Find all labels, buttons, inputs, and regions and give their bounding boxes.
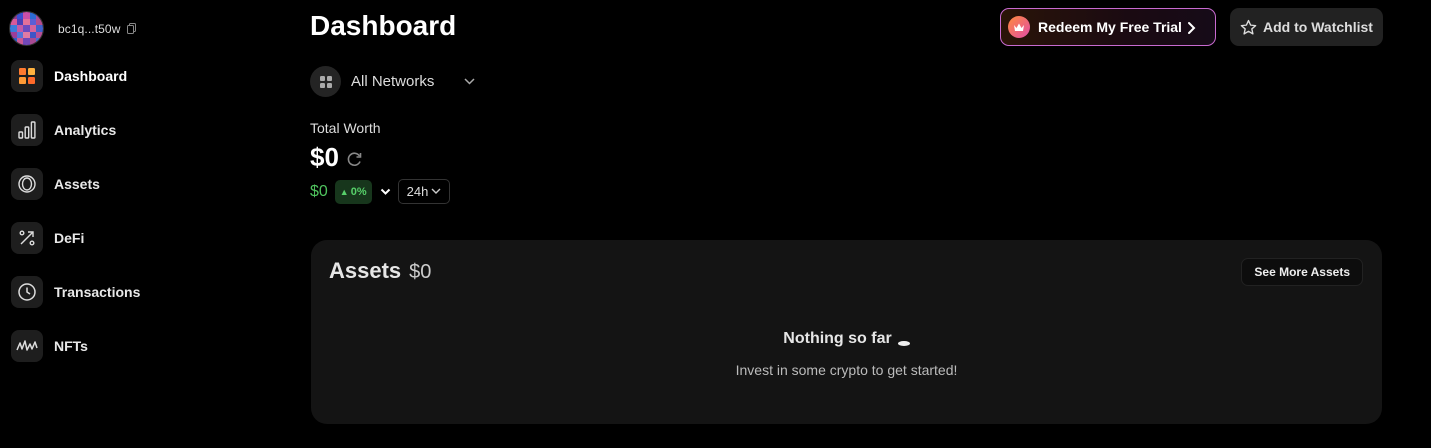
sidebar-item-assets[interactable]: Assets [11, 167, 191, 201]
redeem-trial-label: Redeem My Free Trial [1038, 19, 1182, 35]
sidebar-item-label: Analytics [54, 122, 117, 138]
total-worth-label: Total Worth [310, 120, 381, 136]
sidebar: bc1q...t50w Dashboard Analytics Assets D… [0, 0, 200, 448]
network-select-value: All Networks [351, 73, 435, 90]
refresh-icon[interactable] [345, 151, 364, 168]
chevron-down-icon[interactable] [380, 188, 391, 196]
period-select[interactable]: 24h [397, 179, 451, 204]
transactions-icon [11, 276, 43, 308]
crown-icon [1008, 16, 1030, 38]
empty-state-title: Nothing so far [311, 330, 1382, 348]
sidebar-item-label: Assets [54, 176, 100, 192]
page-title: Dashboard [310, 10, 457, 41]
star-icon [1240, 19, 1257, 35]
assets-title: Assets [329, 258, 402, 283]
analytics-icon [11, 114, 43, 146]
network-select[interactable]: All Networks [310, 66, 475, 97]
period-select-value: 24h [406, 184, 429, 199]
redeem-trial-button[interactable]: Redeem My Free Trial [1000, 8, 1216, 46]
add-to-watchlist-label: Add to Watchlist [1263, 19, 1373, 35]
chevron-down-icon [431, 188, 441, 194]
sidebar-item-analytics[interactable]: Analytics [11, 113, 191, 147]
sidebar-item-label: Transactions [54, 284, 141, 300]
change-percent-value: 0% [350, 185, 367, 198]
defi-icon [11, 222, 43, 254]
change-value: $0 [310, 182, 328, 200]
nfts-icon [11, 330, 43, 362]
sidebar-item-dashboard[interactable]: Dashboard [11, 59, 191, 93]
sidebar-item-transactions[interactable]: Transactions [11, 275, 191, 309]
wallet-header[interactable]: bc1q...t50w [9, 11, 137, 46]
empty-state-title-text: Nothing so far [783, 330, 892, 347]
change-row: $0 ▲ 0% 24h [310, 179, 451, 204]
empty-state-subtitle: Invest in some crypto to get started! [735, 362, 958, 378]
assets-total: $0 [409, 261, 432, 283]
grid-icon [310, 66, 341, 97]
assets-card: Assets $0 See More Assets Nothing so far… [311, 240, 1382, 424]
sidebar-item-defi[interactable]: DeFi [11, 221, 191, 255]
assets-icon [11, 168, 43, 200]
pebble-icon [897, 341, 910, 346]
assets-header: Assets $0 [329, 258, 431, 284]
copy-icon[interactable] [127, 23, 137, 34]
add-to-watchlist-button[interactable]: Add to Watchlist [1230, 8, 1383, 46]
total-worth-row: $0 [310, 142, 364, 173]
sidebar-item-label: NFTs [54, 338, 88, 354]
app-root: bc1q...t50w Dashboard Analytics Assets D… [0, 0, 1431, 448]
wallet-address: bc1q...t50w [58, 21, 121, 36]
sidebar-item-nfts[interactable]: NFTs [11, 329, 191, 363]
see-more-assets-button[interactable]: See More Assets [1241, 258, 1363, 286]
dashboard-icon [11, 60, 43, 92]
total-worth-value: $0 [310, 142, 339, 172]
change-percent-badge: ▲ 0% [334, 179, 372, 204]
sidebar-item-label: DeFi [54, 230, 85, 246]
chevron-right-icon [1188, 22, 1196, 34]
chevron-down-icon [464, 78, 475, 85]
triangle-up-icon: ▲ [339, 186, 349, 197]
avatar[interactable] [9, 11, 44, 46]
sidebar-item-label: Dashboard [54, 68, 128, 84]
